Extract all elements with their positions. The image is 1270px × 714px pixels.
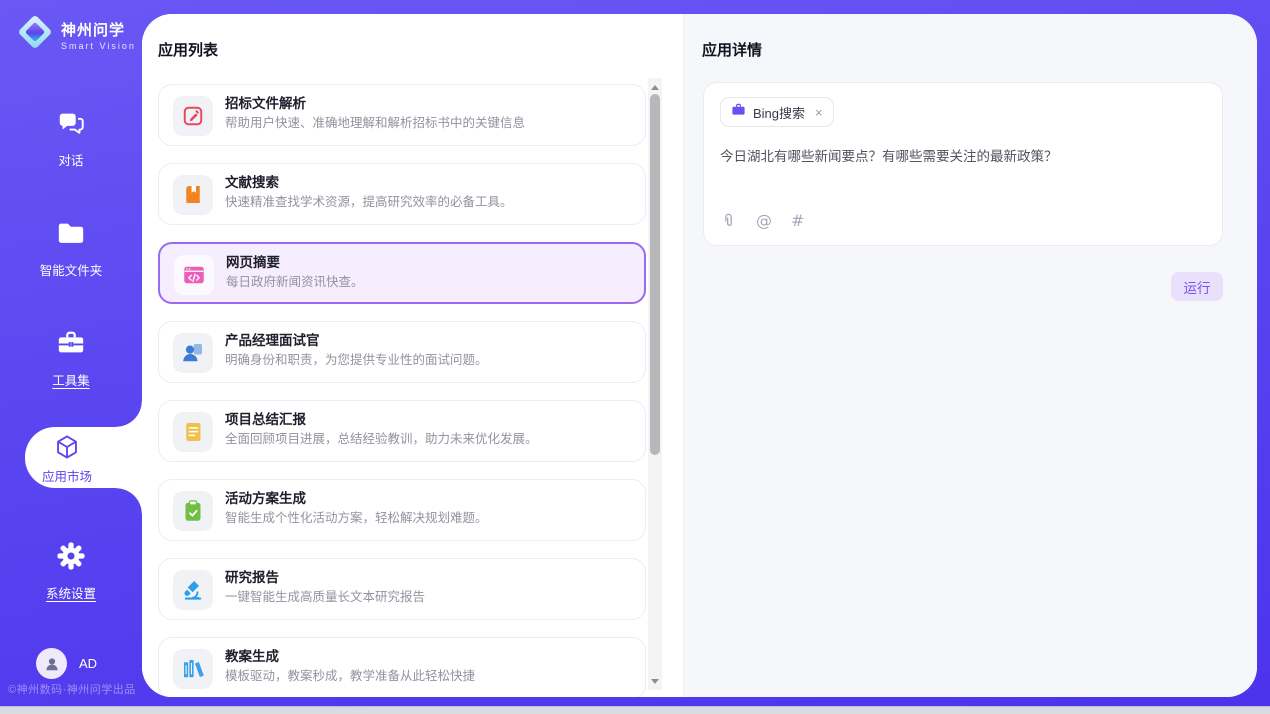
scroll-up-arrow-icon[interactable] [648,80,662,94]
app-name: 招标文件解析 [225,94,633,114]
app-desc: 智能生成个性化活动方案，轻松解决规划难题。 [225,509,633,528]
app-icon-box [174,255,214,295]
sidebar-item-label: 智能文件夹 [40,260,103,279]
app-card[interactable]: 活动方案生成 智能生成个性化活动方案，轻松解决规划难题。 [158,479,646,541]
sidebar-item-label: 系统设置 [46,583,96,602]
app-icon-box [173,333,213,373]
sidebar-item-settings[interactable]: 系统设置 [0,541,142,602]
prompt-text[interactable]: 今日湖北有哪些新闻要点？有哪些需要关注的最新政策？ [720,147,1206,167]
run-button[interactable]: 运行 [1171,272,1223,301]
app-card[interactable]: 网页摘要 每日政府新闻资讯快查。 [158,242,646,304]
sidebar: 神州问学 Smart Vision 对话 智能文件夹 [0,0,142,706]
app-detail-panel: 应用详情 Bing搜索 × 今日湖北有哪些新闻要点？有哪些需要关注的最新政策？ [683,14,1257,697]
document-edit-icon [181,104,205,128]
app-name: 文献搜索 [225,173,633,193]
app-icon-box [173,570,213,610]
prompt-card[interactable]: Bing搜索 × 今日湖北有哪些新闻要点？有哪些需要关注的最新政策？ @ # [703,82,1223,246]
folder-icon [56,218,86,253]
avatar-icon [43,655,61,673]
user-name: AD [79,656,97,671]
cube-icon [54,434,80,460]
brand-diamond-icon [16,13,54,56]
main-content: 应用列表 招标文件解析 帮助用户快速、准确地理解和解析招标书中的关键信息 文献搜… [142,14,1257,697]
app-card[interactable]: 产品经理面试官 明确身份和职责，为您提供专业性的面试问题。 [158,321,646,383]
microscope-icon [181,578,205,602]
notes-icon [181,420,205,444]
app-desc: 快速精准查找学术资源，提高研究效率的必备工具。 [225,193,633,212]
gear-icon [56,541,86,576]
copyright-text: ©神州数码·神州问学出品 [8,681,136,697]
brand-name: 神州问学 [61,19,136,40]
app-name: 项目总结汇报 [225,410,633,430]
sidebar-item-label: 工具集 [52,370,90,389]
chat-icon [56,108,86,143]
mention-icon[interactable]: @ [756,211,772,230]
app-card-list: 招标文件解析 帮助用户快速、准确地理解和解析招标书中的关键信息 文献搜索 快速精… [158,84,646,697]
sidebar-item-chat[interactable]: 对话 [0,108,142,169]
scrollbar[interactable] [648,78,662,690]
toolbox-icon [56,328,86,363]
app-name: 教案生成 [225,647,633,667]
sidebar-item-smart-folder[interactable]: 智能文件夹 [0,218,142,279]
sidebar-item-label: 对话 [58,150,83,169]
app-desc: 每日政府新闻资讯快查。 [226,273,632,292]
tool-tag-bing-search[interactable]: Bing搜索 × [720,97,834,127]
app-name: 活动方案生成 [225,489,633,509]
app-card[interactable]: 研究报告 一键智能生成高质量长文本研究报告 [158,558,646,620]
sidebar-item-app-market[interactable]: 应用市场 [25,427,142,488]
sidebar-item-toolset[interactable]: 工具集 [0,328,142,389]
scroll-down-arrow-icon[interactable] [648,674,662,688]
tool-tag-label: Bing搜索 [753,103,805,122]
scrollbar-thumb[interactable] [650,94,660,455]
hash-icon[interactable]: # [791,211,804,230]
app-card[interactable]: 教案生成 模板驱动，教案秒成，教学准备从此轻松快捷 [158,637,646,697]
attachment-icon[interactable] [720,212,737,229]
briefcase-icon [731,102,746,122]
app-desc: 全面回顾项目进展，总结经验教训，助力未来优化发展。 [225,430,633,449]
app-card[interactable]: 招标文件解析 帮助用户快速、准确地理解和解析招标书中的关键信息 [158,84,646,146]
app-detail-title: 应用详情 [702,39,762,60]
clipboard-check-icon [181,499,205,523]
app-name: 研究报告 [225,568,633,588]
interviewer-icon [181,341,205,365]
book-icon [181,183,205,207]
app-icon-box [173,412,213,452]
books-icon [181,657,205,681]
sidebar-item-label: 应用市场 [25,466,109,485]
brand-subtitle: Smart Vision [61,41,136,51]
brand-logo: 神州问学 Smart Vision [16,13,136,56]
app-list-panel: 应用列表 招标文件解析 帮助用户快速、准确地理解和解析招标书中的关键信息 文献搜… [142,14,683,697]
browser-code-icon [182,263,206,287]
app-icon-box [173,491,213,531]
app-card[interactable]: 文献搜索 快速精准查找学术资源，提高研究效率的必备工具。 [158,163,646,225]
app-icon-box [173,649,213,689]
app-name: 产品经理面试官 [225,331,633,351]
app-card[interactable]: 项目总结汇报 全面回顾项目进展，总结经验教训，助力未来优化发展。 [158,400,646,462]
bottom-strip [0,706,1270,714]
app-desc: 帮助用户快速、准确地理解和解析招标书中的关键信息 [225,114,633,133]
app-desc: 模板驱动，教案秒成，教学准备从此轻松快捷 [225,667,633,686]
app-icon-box [173,175,213,215]
user-row: AD [36,648,97,679]
app-icon-box [173,96,213,136]
app-name: 网页摘要 [226,253,632,273]
prompt-toolbar: @ # [720,211,804,230]
app-desc: 一键智能生成高质量长文本研究报告 [225,588,633,607]
close-icon[interactable]: × [815,106,823,119]
avatar[interactable] [36,648,67,679]
app-desc: 明确身份和职责，为您提供专业性的面试问题。 [225,351,633,370]
app-list-title: 应用列表 [158,39,218,60]
